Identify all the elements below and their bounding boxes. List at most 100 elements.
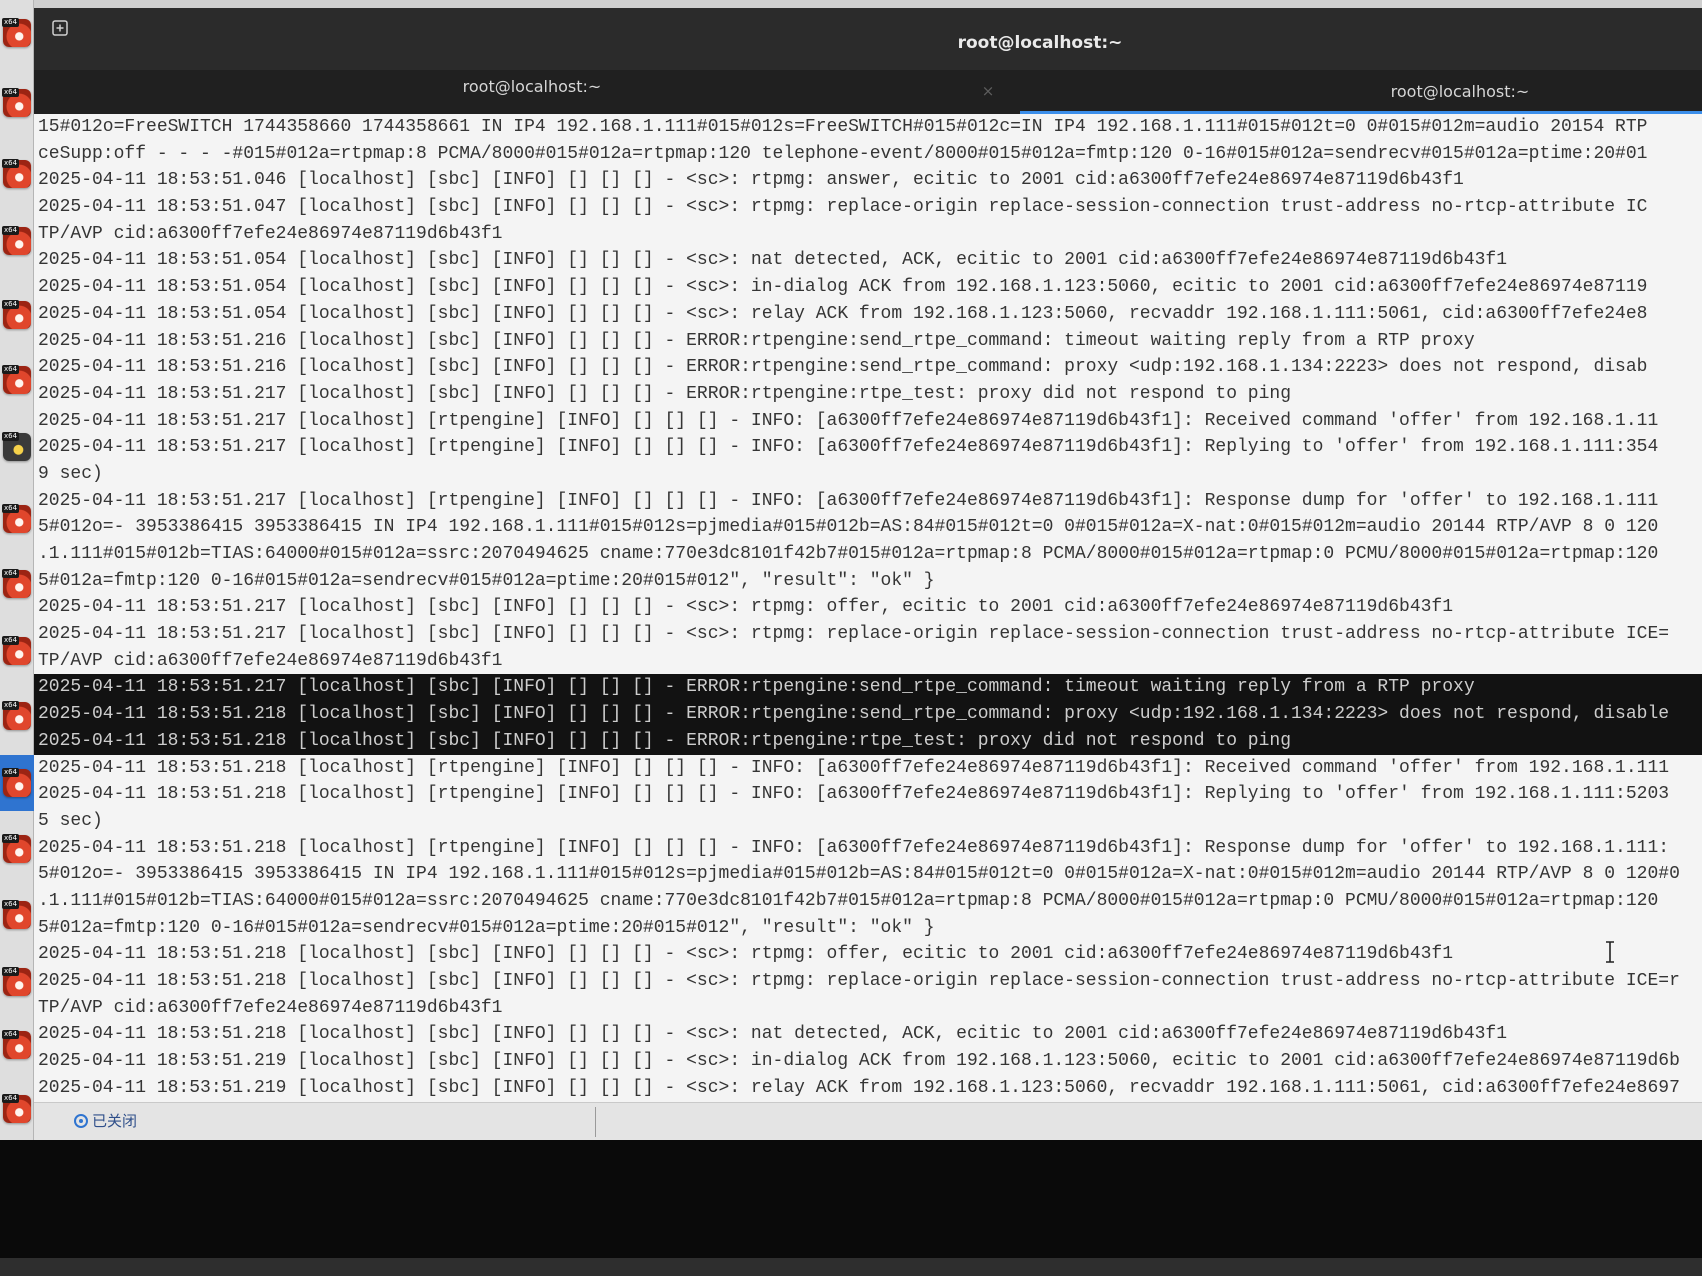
dock-item[interactable]: x64 — [0, 887, 34, 943]
dock-item[interactable]: x64 — [0, 213, 34, 269]
log-line: 2025-04-11 18:53:51.218 [localhost] [rtp… — [38, 757, 1670, 778]
dock-item[interactable]: x64 — [0, 5, 34, 61]
log-line: 2025-04-11 18:53:51.217 [localhost] [sbc… — [38, 597, 1454, 618]
log-line: 2025-04-11 18:53:51.217 [localhost] [rtp… — [38, 437, 1659, 458]
selected-log-line: 2025-04-11 18:53:51.218 [localhost] [sbc… — [34, 727, 1702, 755]
log-line: 2025-04-11 18:53:51.218 [localhost] [sbc… — [38, 971, 1680, 991]
tab-terminal-1[interactable]: root@localhost:~ × — [34, 70, 1020, 114]
log-line: 2025-04-11 18:53:51.218 [localhost] [rtp… — [38, 837, 1670, 858]
log-line: 15#012o=FreeSWITCH 1744358660 1744358661… — [38, 117, 1648, 137]
log-line: 5#012o=- 3953386415 3953386415 IN IP4 19… — [38, 864, 1680, 885]
dock-item[interactable]: x64 — [0, 1017, 34, 1073]
x64-badge: x64 — [2, 768, 20, 777]
x64-app-icon: x64 — [2, 365, 31, 394]
window-title: root@localhost:~ — [957, 33, 1123, 53]
log-line: 2025-04-11 18:53:51.217 [localhost] [rtp… — [38, 410, 1659, 431]
dock-item[interactable]: x64 — [0, 821, 34, 877]
x64-badge: x64 — [2, 504, 20, 513]
tab-label: root@localhost:~ — [1390, 82, 1530, 101]
dock-item-active[interactable]: x64 — [0, 755, 34, 811]
new-tab-icon[interactable] — [51, 19, 69, 37]
log-line: 9 sec) — [38, 463, 103, 484]
log-line: 2025-04-11 18:53:51.217 [localhost] [rtp… — [38, 490, 1659, 511]
log-line: 2025-04-11 18:53:51.216 [localhost] [sbc… — [38, 330, 1475, 351]
x64-app-icon: x64 — [2, 1030, 31, 1059]
x64-app-icon: x64 — [2, 226, 31, 255]
terminal-window: root@localhost:~ root@localhost:~ × root… — [34, 8, 1702, 1140]
x64-app-icon: x64 — [2, 504, 31, 533]
log-line: 2025-04-11 18:53:51.046 [localhost] [sbc… — [38, 170, 1464, 191]
x64-badge: x64 — [2, 967, 20, 976]
log-line: 2025-04-11 18:53:51.217 [localhost] [sbc… — [38, 383, 1292, 404]
x64-app-icon: x64 — [2, 300, 31, 329]
dock-item[interactable]: x64 — [0, 352, 34, 408]
title-bar[interactable]: root@localhost:~ — [34, 8, 1702, 70]
dock-item[interactable]: x64 — [0, 75, 34, 131]
dock-item[interactable]: x64 — [0, 491, 34, 547]
tab-bar: root@localhost:~ × root@localhost:~ — [34, 70, 1702, 114]
bezel-edge — [0, 1258, 1702, 1276]
dock-item[interactable]: x64 — [0, 146, 34, 202]
log-line: .1.111#015#012b=TIAS:64000#015#012a=ssrc… — [38, 544, 1659, 564]
status-divider — [595, 1107, 596, 1137]
closed-status-icon — [74, 1114, 88, 1128]
x64-app-icon: x64 — [2, 1094, 31, 1123]
log-line: 5#012o=- 3953386415 3953386415 IN IP4 19… — [38, 517, 1659, 538]
x64-app-icon: x64 — [2, 159, 31, 188]
terminal-output[interactable]: 15#012o=FreeSWITCH 1744358660 1744358661… — [34, 114, 1702, 1102]
log-line: TP/AVP cid:a6300ff7efe24e86974e87119d6b4… — [38, 650, 503, 671]
dock-item[interactable]: x64 — [0, 688, 34, 744]
x64-badge: x64 — [2, 18, 20, 27]
log-line: 2025-04-11 18:53:51.054 [localhost] [sbc… — [38, 250, 1508, 271]
dock-item[interactable]: x64 — [0, 1081, 34, 1137]
log-line: 2025-04-11 18:53:51.218 [localhost] [sbc… — [38, 944, 1454, 965]
text-cursor-icon — [1605, 941, 1615, 963]
desktop: x64 x64 x64 x64 x64 x64 x64 x64 x64 x64 … — [0, 0, 1702, 1140]
log-line: 2025-04-11 18:53:51.218 [localhost] [rtp… — [38, 784, 1670, 805]
close-icon[interactable]: × — [980, 83, 996, 99]
selected-log-line: 2025-04-11 18:53:51.217 [localhost] [sbc… — [34, 674, 1702, 702]
dock-item[interactable]: x64 — [0, 623, 34, 679]
x64-app-icon: x64 — [2, 834, 31, 863]
log-line: 2025-04-11 18:53:51.218 [localhost] [sbc… — [38, 1024, 1508, 1045]
x64-badge: x64 — [2, 88, 20, 97]
app-dock: x64 x64 x64 x64 x64 x64 x64 x64 x64 x64 … — [0, 0, 34, 1140]
dark-app-icon: x64 — [2, 432, 31, 461]
x64-app-icon: x64 — [2, 967, 31, 996]
log-line: TP/AVP cid:a6300ff7efe24e86974e87119d6b4… — [38, 997, 503, 1018]
x64-badge: x64 — [2, 834, 20, 843]
dock-item[interactable]: x64 — [0, 419, 34, 475]
log-line: 2025-04-11 18:53:51.219 [localhost] [sbc… — [38, 1051, 1680, 1072]
x64-badge: x64 — [2, 300, 20, 309]
x64-badge: x64 — [2, 159, 20, 168]
log-line: 2025-04-11 18:53:51.219 [localhost] [sbc… — [38, 1077, 1680, 1098]
log-line: 2025-04-11 18:53:51.054 [localhost] [sbc… — [38, 303, 1648, 324]
x64-badge: x64 — [2, 701, 20, 710]
log-line: .1.111#015#012b=TIAS:64000#015#012a=ssrc… — [38, 890, 1659, 911]
log-line: 2025-04-11 18:53:51.054 [localhost] [sbc… — [38, 277, 1648, 298]
x64-app-icon: x64 — [2, 88, 31, 117]
x64-badge: x64 — [2, 636, 20, 645]
status-text: 已关闭 — [92, 1112, 138, 1130]
x64-app-icon: x64 — [2, 900, 31, 929]
x64-badge: x64 — [2, 432, 20, 441]
tab-label: root@localhost:~ — [462, 77, 602, 96]
log-line: 2025-04-11 18:53:51.047 [localhost] [sbc… — [38, 197, 1648, 218]
log-line: 5 sec) — [38, 810, 103, 831]
x64-app-icon: x64 — [2, 768, 31, 797]
x64-app-icon: x64 — [2, 18, 31, 47]
x64-badge: x64 — [2, 569, 20, 578]
x64-app-icon: x64 — [2, 636, 31, 665]
log-line: 2025-04-11 18:53:51.216 [localhost] [sbc… — [38, 357, 1648, 378]
log-line: 2025-04-11 18:53:51.217 [localhost] [sbc… — [38, 624, 1670, 645]
x64-badge: x64 — [2, 1030, 20, 1039]
x64-badge: x64 — [2, 1094, 20, 1103]
log-line: ceSupp:off - - - -#015#012a=rtpmap:8 PCM… — [38, 143, 1648, 164]
x64-badge: x64 — [2, 900, 20, 909]
dock-item[interactable]: x64 — [0, 954, 34, 1010]
selected-log-line: 2025-04-11 18:53:51.218 [localhost] [sbc… — [34, 701, 1702, 728]
dock-item[interactable]: x64 — [0, 287, 34, 343]
dock-item[interactable]: x64 — [0, 556, 34, 612]
tab-terminal-2[interactable]: root@localhost:~ — [1020, 70, 1702, 114]
x64-badge: x64 — [2, 226, 20, 235]
